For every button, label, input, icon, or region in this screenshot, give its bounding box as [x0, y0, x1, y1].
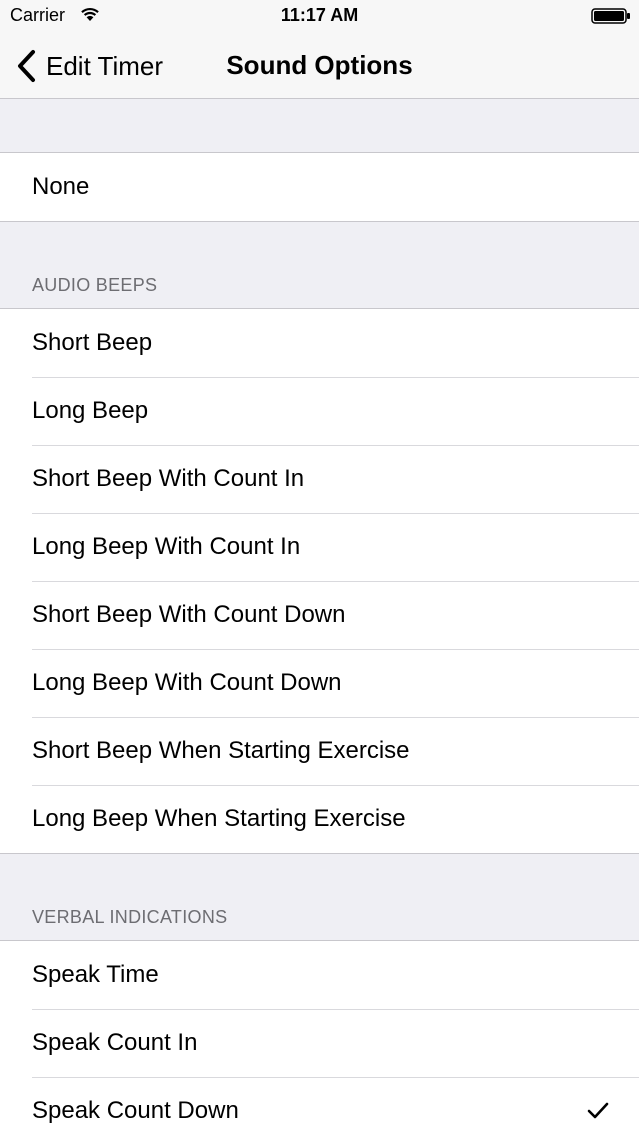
option-label: Short Beep [32, 329, 153, 356]
navigation-bar: Edit Timer Sound Options [0, 32, 639, 99]
option-label: Speak Time [32, 961, 159, 988]
option-long-beep[interactable]: Long Beep [0, 377, 639, 445]
option-label: Short Beep With Count In [32, 465, 305, 492]
option-long-beep-starting-exercise[interactable]: Long Beep When Starting Exercise [0, 785, 639, 853]
option-label: Short Beep When Starting Exercise [32, 737, 410, 764]
option-label: Long Beep With Count In [32, 533, 301, 560]
option-long-beep-count-in[interactable]: Long Beep With Count In [0, 513, 639, 581]
option-label: None [32, 173, 90, 200]
section-header-label: VERBAL INDICATIONS [32, 907, 228, 927]
option-none[interactable]: None [0, 153, 639, 221]
option-label: Long Beep [32, 397, 149, 424]
sound-options-table: None AUDIO BEEPS Short Beep Long Beep Sh… [0, 99, 639, 1136]
status-time: 11:17 AM [280, 5, 359, 25]
option-label: Speak Count In [32, 1029, 198, 1056]
section-spacer [0, 99, 639, 153]
screen: Carrier 11:17 AM Edit Timer Sound Option… [0, 0, 639, 1136]
section-verbal-indications: Speak Time Speak Count In Speak Count Do… [0, 941, 639, 1136]
option-long-beep-count-down[interactable]: Long Beep With Count Down [0, 649, 639, 717]
option-short-beep-starting-exercise[interactable]: Short Beep When Starting Exercise [0, 717, 639, 785]
option-speak-count-in[interactable]: Speak Count In [0, 1009, 639, 1077]
option-speak-count-down[interactable]: Speak Count Down [0, 1077, 639, 1136]
option-short-beep[interactable]: Short Beep [0, 309, 639, 377]
option-label: Long Beep When Starting Exercise [32, 805, 406, 832]
option-speak-time[interactable]: Speak Time [0, 941, 639, 1009]
option-short-beep-count-in[interactable]: Short Beep With Count In [0, 445, 639, 513]
section-none: None [0, 153, 639, 222]
section-header-audio-beeps: AUDIO BEEPS [0, 222, 639, 309]
page-title: Sound Options [226, 50, 413, 80]
section-audio-beeps: Short Beep Long Beep Short Beep With Cou… [0, 309, 639, 854]
option-label: Speak Count Down [32, 1097, 239, 1124]
section-header-verbal-indications: VERBAL INDICATIONS [0, 854, 639, 941]
section-header-label: AUDIO BEEPS [32, 275, 158, 295]
option-label: Short Beep With Count Down [32, 601, 346, 628]
checkmark-icon [587, 1102, 609, 1119]
status-bar: Carrier 11:17 AM [0, 0, 639, 32]
option-label: Long Beep With Count Down [32, 669, 342, 696]
battery-icon [591, 8, 630, 24]
option-short-beep-count-down[interactable]: Short Beep With Count Down [0, 581, 639, 649]
